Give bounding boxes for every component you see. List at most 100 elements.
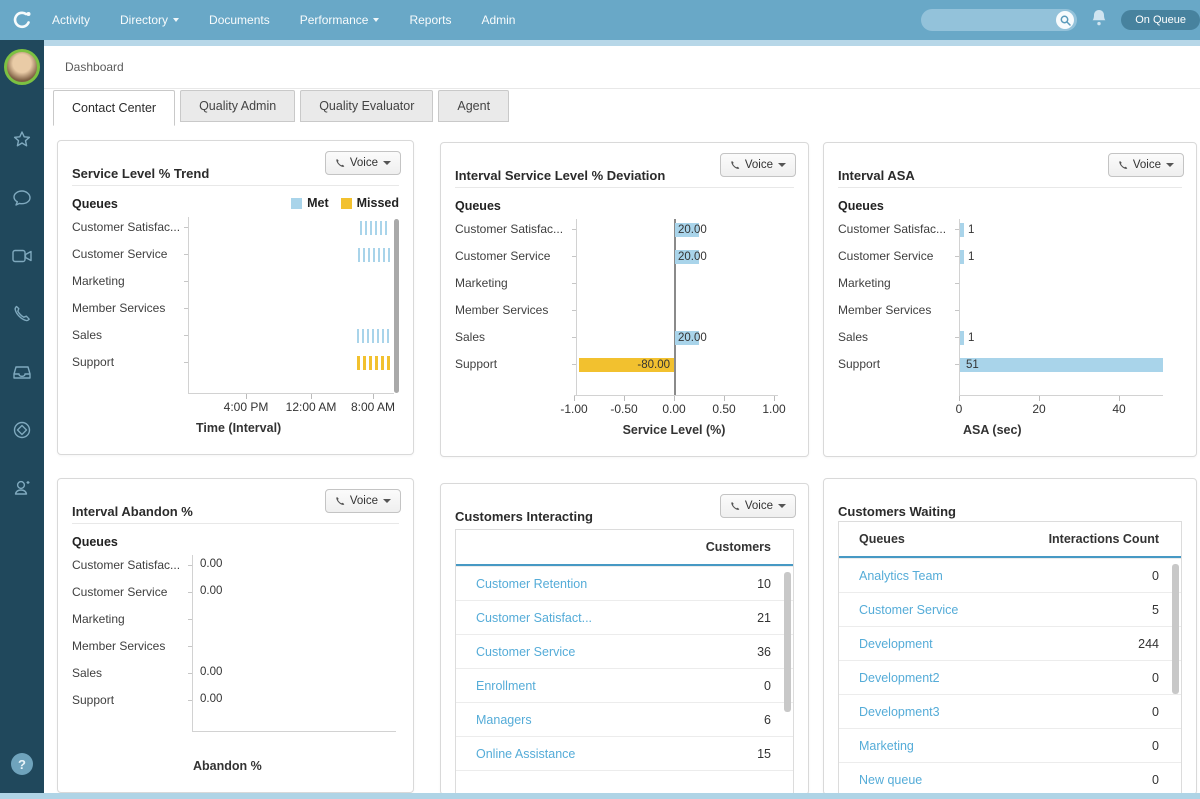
chart-scrollbar[interactable] <box>394 219 399 393</box>
y-ticks <box>572 229 576 368</box>
column-queues: Queues <box>859 532 905 546</box>
column-customers: Customers <box>706 540 771 554</box>
column-interactions-count: Interactions Count <box>1049 532 1159 546</box>
bar-value: 1 <box>968 332 974 344</box>
nav-item-directory[interactable]: Directory <box>120 13 179 27</box>
category-label: Support <box>72 355 186 371</box>
inbox-icon[interactable] <box>11 361 33 383</box>
voice-dropdown[interactable]: Voice <box>720 153 796 177</box>
queue-link[interactable]: Customer Service <box>859 603 958 617</box>
queue-link[interactable]: New queue <box>859 773 922 787</box>
y-ticks <box>955 229 959 368</box>
y-ticks <box>184 227 188 366</box>
voice-dropdown[interactable]: Voice <box>325 489 401 513</box>
phone-icon <box>335 496 345 506</box>
queue-link[interactable]: Customer Satisfact... <box>476 611 592 625</box>
chat-icon[interactable] <box>11 187 33 209</box>
y-ticks <box>188 565 192 704</box>
category-label: Customer Service <box>72 247 186 263</box>
x-axis <box>188 393 394 394</box>
queue-link[interactable]: Customer Service <box>476 645 575 659</box>
help-icon[interactable]: ? <box>11 753 33 775</box>
table-row: New queue0 <box>839 762 1181 795</box>
phone-icon <box>1118 160 1128 170</box>
bar-value: 0.00 <box>200 585 222 597</box>
phone-icon[interactable] <box>11 303 33 325</box>
category-label: Customer Service <box>72 585 186 601</box>
nav-item-reports[interactable]: Reports <box>409 13 451 27</box>
caret-down-icon <box>778 504 786 508</box>
top-nav: Activity Directory Documents Performance… <box>0 0 1200 40</box>
tab-quality-evaluator[interactable]: Quality Evaluator <box>300 90 433 122</box>
table-row: Enrollment0 <box>456 668 793 702</box>
queue-link[interactable]: Development <box>859 637 933 651</box>
queue-link[interactable]: Marketing <box>859 739 914 753</box>
queue-link[interactable]: Development2 <box>859 671 940 685</box>
queue-link[interactable]: Analytics Team <box>859 569 943 583</box>
x-tick: -1.00 <box>560 402 587 416</box>
bar-value: 1 <box>968 251 974 263</box>
bar-met-customer-service <box>358 248 390 262</box>
category-label: Marketing <box>455 276 569 292</box>
y-axis <box>576 219 577 395</box>
target-icon[interactable] <box>11 419 33 441</box>
search-input[interactable] <box>921 9 1077 31</box>
divider <box>838 187 1182 188</box>
search-icon[interactable] <box>1056 11 1074 29</box>
queue-link[interactable]: Customer Retention <box>476 577 587 591</box>
y-axis <box>192 555 193 731</box>
voice-dropdown[interactable]: Voice <box>720 494 796 518</box>
category-label: Customer Satisfac... <box>455 222 569 238</box>
tab-contact-center[interactable]: Contact Center <box>53 90 175 126</box>
table-row: Development20 <box>839 660 1181 694</box>
queue-link[interactable]: Managers <box>476 713 532 727</box>
table-scrollbar[interactable] <box>784 572 791 712</box>
chevron-down-icon <box>373 18 379 22</box>
card-title: Customers Interacting <box>455 509 593 524</box>
video-icon[interactable] <box>11 245 33 267</box>
zero-line <box>674 219 676 395</box>
divider <box>72 523 399 524</box>
card-title: Service Level % Trend <box>72 166 209 181</box>
avatar[interactable] <box>4 49 40 85</box>
service-level-deviation-chart: Queues Customer Satisfac... Customer Ser… <box>455 199 794 443</box>
table-scrollbar[interactable] <box>1172 564 1179 694</box>
nav-item-activity[interactable]: Activity <box>52 13 90 27</box>
x-tick: -0.50 <box>610 402 637 416</box>
phone-icon <box>335 158 345 168</box>
bell-icon[interactable] <box>1091 9 1107 32</box>
x-axis-label: ASA (sec) <box>963 423 1022 437</box>
tab-quality-admin[interactable]: Quality Admin <box>180 90 295 122</box>
nav-item-admin[interactable]: Admin <box>481 13 515 27</box>
app-logo-icon[interactable] <box>0 0 44 40</box>
voice-dropdown[interactable]: Voice <box>1108 153 1184 177</box>
bar-sales <box>960 331 964 345</box>
divider <box>72 185 399 186</box>
card-customers-interacting: Customers Interacting Voice Customers Cu… <box>440 483 809 795</box>
queue-link[interactable]: Online Assistance <box>476 747 575 761</box>
nav-item-performance[interactable]: Performance <box>300 13 380 27</box>
nav-item-documents[interactable]: Documents <box>209 13 270 27</box>
tab-agent[interactable]: Agent <box>438 90 509 122</box>
category-label: Sales <box>72 328 186 344</box>
x-tick: 0.00 <box>662 402 685 416</box>
main-menu: Activity Directory Documents Performance… <box>52 13 515 27</box>
caret-down-icon <box>383 161 391 165</box>
queue-link[interactable]: Development3 <box>859 705 940 719</box>
favorites-star-icon[interactable] <box>11 129 33 151</box>
table-row: Customer Service5 <box>839 592 1181 626</box>
queue-link[interactable]: Enrollment <box>476 679 536 693</box>
dashboard-tabs: Contact Center Quality Admin Quality Eva… <box>53 90 509 126</box>
category-label: Support <box>455 357 569 373</box>
on-queue-status-button[interactable]: On Queue <box>1121 10 1200 30</box>
nav-right-cluster: On Queue <box>921 9 1200 32</box>
agent-icon[interactable] <box>11 477 33 499</box>
x-tick: 12:00 AM <box>286 400 337 414</box>
x-tick: 8:00 AM <box>351 400 395 414</box>
bar-met-customer-satisfaction <box>360 221 390 235</box>
voice-dropdown[interactable]: Voice <box>325 151 401 175</box>
category-label: Support <box>838 357 952 373</box>
table-row: Development244 <box>839 626 1181 660</box>
card-interval-asa: Interval ASA Voice Queues Customer Satis… <box>823 142 1197 457</box>
bar-met-sales <box>357 329 391 343</box>
